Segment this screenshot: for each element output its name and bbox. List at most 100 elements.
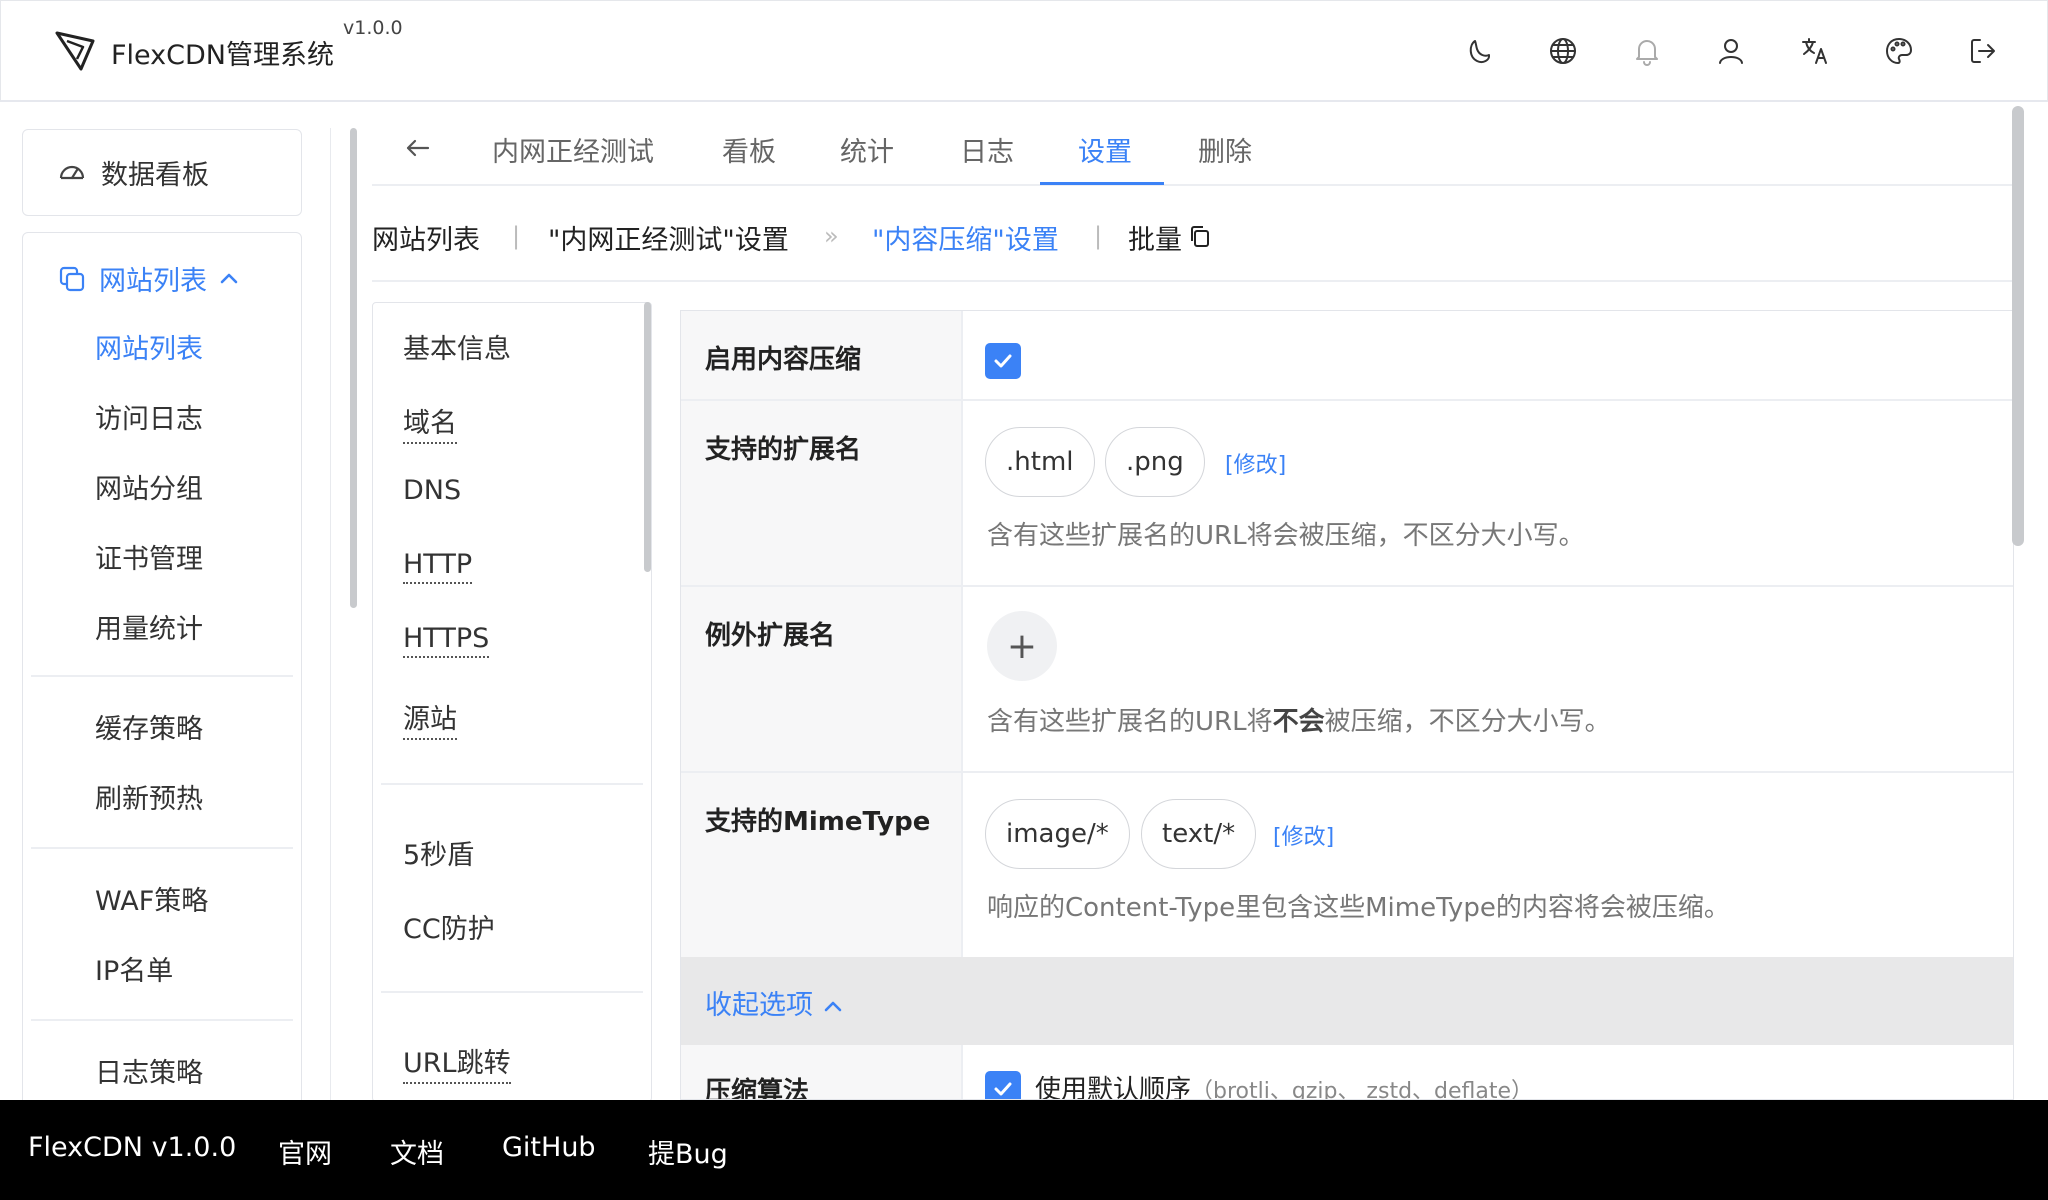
settings-menu: 基本信息 域名 DNS HTTP HTTPS 源站 5秒盾 CC防护 URL跳转 xyxy=(372,302,652,1102)
sidebar-item-ip-list[interactable]: IP名单 xyxy=(95,949,173,988)
logout-icon[interactable] xyxy=(1963,31,2003,71)
edit-extensions-link[interactable]: [修改] xyxy=(1225,447,1286,479)
tab-delete[interactable]: 删除 xyxy=(1198,130,1252,169)
breadcrumb-compression-settings[interactable]: "内容压缩"设置 xyxy=(872,218,1059,257)
sidebar-item-dashboard[interactable]: 数据看板 xyxy=(22,129,302,216)
footer: FlexCDN v1.0.0 官网 文档 GitHub 提Bug xyxy=(0,1100,2048,1200)
tab-logs[interactable]: 日志 xyxy=(960,130,1014,169)
algorithm-default-label: 使用默认顺序（brotli、gzip、 zstd、deflate） xyxy=(1035,1069,1534,1100)
sidebar-dashboard-label: 数据看板 xyxy=(101,160,209,191)
form-row-enable: 启用内容压缩 xyxy=(681,311,2013,401)
menu-item-origin[interactable]: 源站 xyxy=(403,697,457,740)
footer-link-website[interactable]: 官网 xyxy=(278,1132,332,1171)
breadcrumb-separator: » xyxy=(824,222,839,250)
main-scrollbar[interactable] xyxy=(2012,106,2024,546)
tab-board[interactable]: 看板 xyxy=(722,130,776,169)
extension-chip: .png xyxy=(1105,427,1205,497)
form-row-extensions: 支持的扩展名 .html .png [修改] 含有这些扩展名的URL将会被压缩，… xyxy=(681,401,2013,587)
menu-divider xyxy=(381,783,643,785)
exceptions-label: 例外扩展名 xyxy=(705,621,836,651)
form-row-mimetype: 支持的MimeType image/* text/* [修改] 响应的Conte… xyxy=(681,773,2013,959)
footer-link-github[interactable]: GitHub xyxy=(502,1132,596,1163)
extensions-label: 支持的扩展名 xyxy=(705,435,862,465)
form-row-algorithm: 压缩算法 使用默认顺序（brotli、gzip、 zstd、deflate） xyxy=(681,1045,2013,1100)
check-icon xyxy=(994,1082,1012,1096)
app-root: FlexCDN管理系统 v1.0.0 数据看板 网站列表 网站列表 访问日志 网… xyxy=(0,0,2048,1200)
breadcrumb-batch[interactable]: 批量 xyxy=(1128,218,1182,257)
tab-settings[interactable]: 设置 xyxy=(1078,130,1132,169)
algorithm-label: 压缩算法 xyxy=(705,1077,810,1100)
chevron-up-icon xyxy=(220,273,238,283)
sidebar-divider xyxy=(31,847,293,849)
enable-checkbox[interactable] xyxy=(985,343,1021,379)
menu-item-5s-shield[interactable]: 5秒盾 xyxy=(403,833,474,872)
mimetype-label: 支持的MimeType xyxy=(705,807,931,837)
tab-stats[interactable]: 统计 xyxy=(840,130,894,169)
theme-icon[interactable] xyxy=(1459,31,1499,71)
sidebar-item-site-list[interactable]: 网站列表 xyxy=(95,327,203,366)
sidebar-item-certificates[interactable]: 证书管理 xyxy=(95,537,203,576)
sidebar-menu: 网站列表 网站列表 访问日志 网站分组 证书管理 用量统计 缓存策略 刷新预热 … xyxy=(22,232,302,1112)
bell-icon[interactable] xyxy=(1627,31,1667,71)
sidebar-divider xyxy=(31,1019,293,1021)
mimetype-chip: text/* xyxy=(1141,799,1257,869)
menu-item-dns[interactable]: DNS xyxy=(403,475,461,506)
menu-item-basic-info[interactable]: 基本信息 xyxy=(403,327,511,366)
dashboard-icon xyxy=(59,165,85,179)
copy-icon xyxy=(59,266,85,291)
palette-icon[interactable] xyxy=(1879,31,1919,71)
collapse-options-row: 收起选项 xyxy=(681,957,2013,1045)
menu-item-cc-protection[interactable]: CC防护 xyxy=(403,907,495,946)
back-arrow-icon[interactable] xyxy=(402,132,434,164)
sidebar-item-site-group[interactable]: 网站分组 xyxy=(95,467,203,506)
globe-icon[interactable] xyxy=(1543,31,1583,71)
user-icon[interactable] xyxy=(1711,31,1751,71)
form-row-exceptions: 例外扩展名 + 含有这些扩展名的URL将不会被压缩，不区分大小写。 xyxy=(681,587,2013,773)
copy-icon[interactable] xyxy=(1188,224,1212,250)
menu-item-domain[interactable]: 域名 xyxy=(403,401,457,444)
menu-divider xyxy=(381,991,643,993)
footer-link-docs[interactable]: 文档 xyxy=(390,1132,444,1171)
check-icon xyxy=(994,354,1012,368)
add-exception-button[interactable]: + xyxy=(987,611,1057,681)
sidebar-item-usage[interactable]: 用量统计 xyxy=(95,607,203,646)
tab-site-name[interactable]: 内网正经测试 xyxy=(492,130,654,169)
logo-icon xyxy=(55,31,95,71)
sidebar-divider xyxy=(31,675,293,677)
translate-icon[interactable] xyxy=(1795,31,1835,71)
sidebar-group-sites[interactable]: 网站列表 xyxy=(57,259,241,298)
sidebar-item-purge[interactable]: 刷新预热 xyxy=(95,777,203,816)
menu-item-url-redirect[interactable]: URL跳转 xyxy=(403,1041,511,1084)
tab-bar: 内网正经测试 看板 统计 日志 设置 删除 xyxy=(372,112,2012,186)
breadcrumb-separator: | xyxy=(1094,222,1103,250)
breadcrumb-separator: | xyxy=(512,222,521,250)
top-header: FlexCDN管理系统 v1.0.0 xyxy=(0,0,2048,102)
sidebar-item-access-log[interactable]: 访问日志 xyxy=(95,397,203,436)
footer-link-bug[interactable]: 提Bug xyxy=(648,1132,728,1171)
menu-item-https[interactable]: HTTPS xyxy=(403,623,490,658)
sidebar-border xyxy=(330,128,331,1108)
collapse-options-link[interactable]: 收起选项 xyxy=(705,983,844,1022)
sidebar-item-waf[interactable]: WAF策略 xyxy=(95,879,208,918)
brand-title: FlexCDN管理系统 xyxy=(111,40,334,71)
algorithm-default-checkbox[interactable] xyxy=(985,1071,1021,1099)
edit-mimetype-link[interactable]: [修改] xyxy=(1273,819,1334,851)
sidebar-item-log-policy[interactable]: 日志策略 xyxy=(95,1051,203,1090)
footer-version: FlexCDN v1.0.0 xyxy=(28,1132,237,1163)
exceptions-hint: 含有这些扩展名的URL将不会被压缩，不区分大小写。 xyxy=(987,707,1611,737)
version-label: v1.0.0 xyxy=(343,17,403,39)
breadcrumb-site-settings[interactable]: "内网正经测试"设置 xyxy=(548,218,789,257)
sidebar-group-label: 网站列表 xyxy=(99,266,207,297)
compression-form: 启用内容压缩 支持的扩展名 .html .png [修改] 含有这些扩展名的UR… xyxy=(680,310,2014,1100)
sidebar-item-cache-policy[interactable]: 缓存策略 xyxy=(95,707,203,746)
breadcrumb: 网站列表 | "内网正经测试"设置 » "内容压缩"设置 | 批量 xyxy=(372,210,2012,282)
sidebar-scrollbar[interactable] xyxy=(350,128,357,608)
menu-scrollbar[interactable] xyxy=(644,302,651,572)
extension-chip: .html xyxy=(985,427,1095,497)
enable-label: 启用内容压缩 xyxy=(705,345,862,375)
mimetype-hint: 响应的Content-Type里包含这些MimeType的内容将会被压缩。 xyxy=(987,893,1730,923)
algorithm-order-note: （brotli、gzip、 zstd、deflate） xyxy=(1191,1079,1534,1100)
breadcrumb-site-list[interactable]: 网站列表 xyxy=(372,218,480,257)
menu-item-http[interactable]: HTTP xyxy=(403,549,473,584)
chevron-up-icon xyxy=(824,1001,841,1011)
